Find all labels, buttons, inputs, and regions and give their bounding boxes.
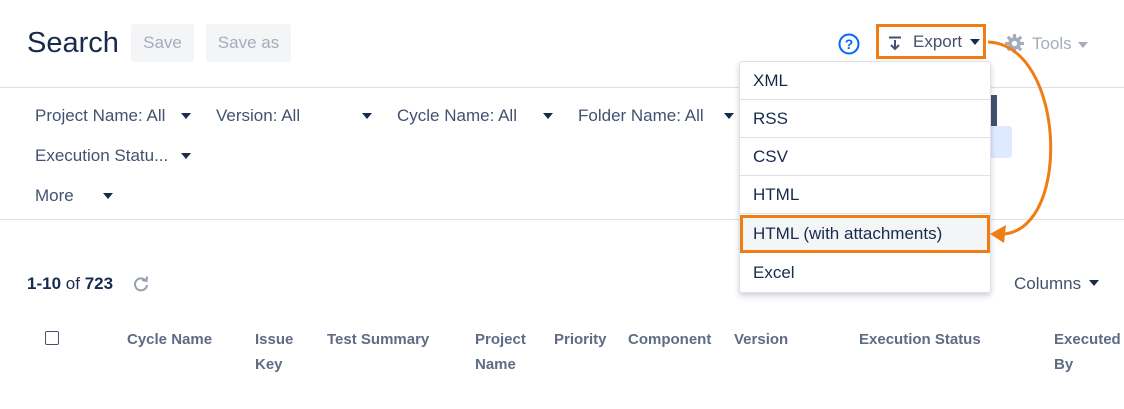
tools-button[interactable]: Tools: [1004, 33, 1094, 55]
col-execution-status[interactable]: Execution Status: [859, 327, 981, 352]
chevron-down-icon: [1089, 280, 1099, 286]
chevron-down-icon: [543, 113, 553, 119]
col-project-name[interactable]: Project Name: [475, 327, 535, 377]
results-range: 1-10: [27, 274, 62, 293]
menu-item-html-with-attachments[interactable]: HTML (with attachments): [740, 215, 990, 253]
chevron-down-icon: [181, 153, 191, 159]
select-all-checkbox[interactable]: [45, 331, 59, 345]
col-cycle-name[interactable]: Cycle Name: [127, 327, 212, 352]
download-arrow-icon: [889, 36, 901, 50]
col-issue-key[interactable]: Issue Key: [255, 327, 295, 377]
export-label: Export: [913, 32, 963, 51]
filter-more[interactable]: More: [35, 186, 113, 206]
columns-button[interactable]: Columns: [1014, 274, 1099, 294]
filter-folder-name[interactable]: Folder Name: All: [578, 106, 734, 126]
results-of: of: [65, 274, 80, 293]
filter-label: Project Name: All: [35, 106, 166, 125]
columns-label: Columns: [1014, 274, 1082, 293]
filter-cycle-name[interactable]: Cycle Name: All: [397, 106, 553, 126]
results-total: 723: [84, 274, 114, 293]
filter-label: Execution Statu...: [35, 146, 169, 165]
filter-label: Version: All: [216, 106, 301, 125]
chevron-down-icon: [724, 113, 734, 119]
export-button[interactable]: Export: [876, 24, 986, 59]
filter-execution-status[interactable]: Execution Statu...: [35, 146, 191, 166]
menu-item-csv[interactable]: CSV: [740, 138, 990, 176]
col-component[interactable]: Component: [628, 327, 711, 352]
filter-label: Folder Name: All: [578, 106, 704, 125]
col-executed-by[interactable]: Executed By: [1054, 327, 1121, 377]
page-title: Search: [27, 27, 119, 59]
col-version[interactable]: Version: [734, 327, 788, 352]
chevron-down-icon: [970, 39, 980, 45]
menu-item-rss[interactable]: RSS: [740, 100, 990, 138]
question-circle-icon[interactable]: ?: [838, 33, 860, 55]
tools-label: Tools: [1032, 34, 1072, 53]
col-priority[interactable]: Priority: [554, 327, 607, 352]
filter-label: Cycle Name: All: [397, 106, 517, 125]
svg-text:?: ?: [845, 36, 854, 52]
export-menu: XML RSS CSV HTML HTML (with attachments)…: [739, 61, 991, 293]
save-button[interactable]: Save: [131, 24, 194, 62]
col-test-summary[interactable]: Test Summary: [327, 327, 429, 352]
filter-version[interactable]: Version: All: [216, 106, 372, 126]
filter-label: More: [35, 186, 74, 205]
gear-icon: [1005, 34, 1024, 53]
chevron-down-icon: [1078, 42, 1088, 48]
chevron-down-icon: [103, 193, 113, 199]
filter-project-name[interactable]: Project Name: All: [35, 106, 191, 126]
menu-item-html[interactable]: HTML: [740, 176, 990, 214]
results-count: 1-10 of 723: [27, 274, 113, 294]
menu-item-xml[interactable]: XML: [740, 62, 990, 100]
chevron-down-icon: [181, 113, 191, 119]
refresh-icon[interactable]: [132, 275, 150, 293]
chevron-down-icon: [362, 113, 372, 119]
menu-item-excel[interactable]: Excel: [740, 254, 990, 292]
save-as-button[interactable]: Save as: [206, 24, 291, 62]
